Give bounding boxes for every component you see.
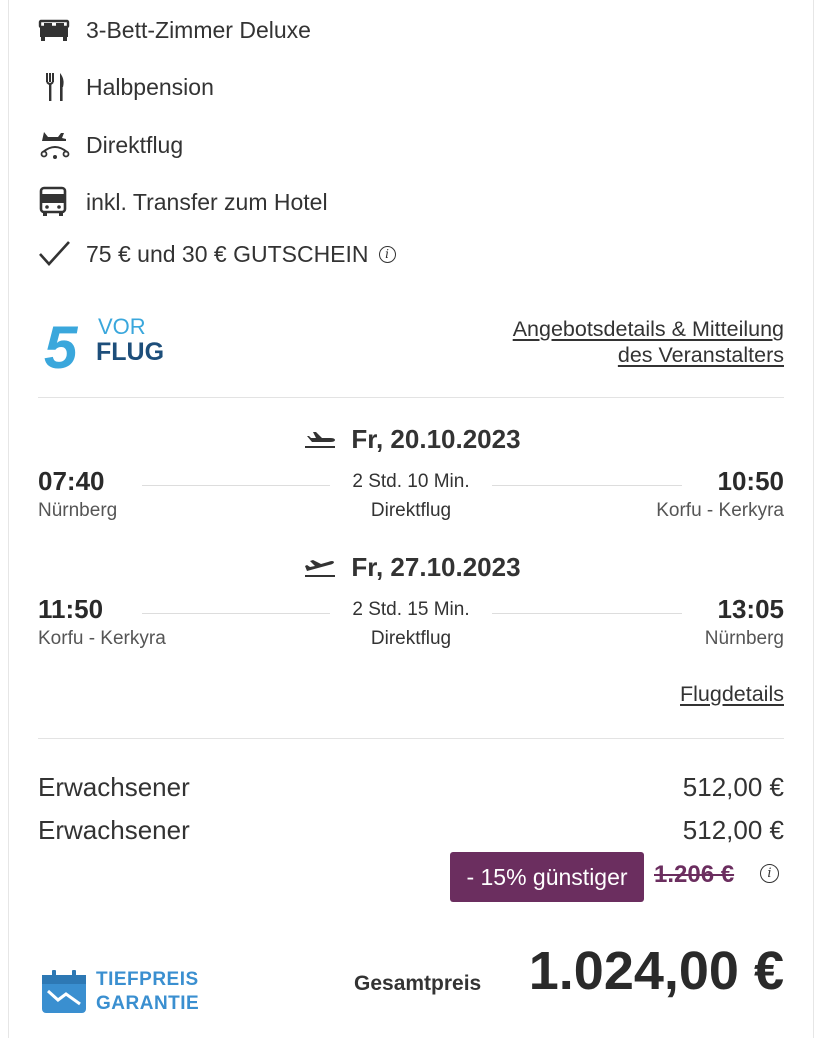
feature-transfer-label: inkl. Transfer zum Hotel bbox=[86, 188, 328, 215]
timeline-line bbox=[492, 485, 682, 486]
old-price: 1.206 € bbox=[654, 861, 735, 888]
return-plane-icon bbox=[305, 559, 336, 577]
divider bbox=[38, 397, 784, 398]
cutlery-icon bbox=[38, 70, 74, 104]
total-price: 1.024,00 € bbox=[528, 941, 784, 1001]
feature-room: 3-Bett-Zimmer Deluxe bbox=[38, 13, 311, 47]
traveler-label: Erwachsener bbox=[38, 815, 190, 845]
return-arrival-place: Nürnberg bbox=[704, 628, 784, 649]
total-label: Gesamtpreis bbox=[354, 972, 482, 995]
discount-badge: - 15% günstiger bbox=[450, 852, 644, 902]
offer-details-link-line1: Angebotsdetails & Mitteilung bbox=[512, 317, 784, 341]
departure-plane-icon bbox=[305, 431, 336, 448]
return-leg: 11:50 Korfu - Kerkyra 2 Std. 15 Min. Dir… bbox=[38, 594, 784, 654]
info-icon[interactable]: i bbox=[760, 864, 779, 883]
timeline-line bbox=[492, 613, 682, 614]
low-price-guarantee[interactable]: TIEFPREIS GARANTIE bbox=[40, 966, 220, 1018]
logo-number: 5 bbox=[44, 314, 79, 372]
divider bbox=[38, 738, 784, 739]
logo-line2: FLUG bbox=[96, 338, 164, 366]
feature-voucher: 75 € und 30 € GUTSCHEIN i bbox=[38, 237, 396, 271]
guarantee-line1: TIEFPREIS bbox=[96, 969, 199, 990]
traveler-label: Erwachsener bbox=[38, 772, 190, 802]
feature-flight: Direktflug bbox=[38, 128, 183, 162]
return-duration: 2 Std. 15 Min. bbox=[352, 599, 470, 620]
outbound-duration: 2 Std. 10 Min. bbox=[352, 471, 470, 492]
tour-operator-logo: 5 VOR FLUG bbox=[44, 310, 184, 381]
calendar-icon bbox=[42, 970, 86, 1013]
flight-details-link[interactable]: Flugdetails bbox=[680, 682, 784, 707]
bed-icon bbox=[38, 13, 74, 47]
outbound-arrival-place: Korfu - Kerkyra bbox=[656, 500, 784, 521]
guarantee-line2: GARANTIE bbox=[96, 993, 200, 1014]
return-date: Fr, 27.10.2023 bbox=[351, 552, 521, 582]
checkmark-icon bbox=[38, 237, 74, 271]
info-icon[interactable]: i bbox=[378, 245, 396, 263]
traveler-price: 512,00 € bbox=[682, 772, 784, 802]
feature-board-label: Halbpension bbox=[86, 73, 214, 100]
return-arrival-time: 13:05 bbox=[717, 594, 785, 624]
bus-icon bbox=[38, 185, 74, 219]
offer-details-link[interactable]: Angebotsdetails & Mitteilung des Veranst… bbox=[513, 316, 784, 368]
outbound-leg: 07:40 Nürnberg 2 Std. 10 Min. Direktflug… bbox=[38, 466, 784, 526]
feature-room-label: 3-Bett-Zimmer Deluxe bbox=[86, 16, 311, 43]
outbound-date: Fr, 20.10.2023 bbox=[351, 424, 521, 454]
return-date-row: Fr, 27.10.2023 bbox=[0, 552, 824, 583]
offer-details-link-line2: des Veranstalters bbox=[617, 343, 784, 367]
return-flight-kind: Direktflug bbox=[370, 628, 452, 649]
outbound-date-row: Fr, 20.10.2023 bbox=[0, 424, 824, 455]
feature-voucher-label: 75 € und 30 € GUTSCHEIN bbox=[86, 240, 369, 267]
plane-car-icon bbox=[38, 128, 74, 162]
outbound-arrival-time: 10:50 bbox=[717, 466, 785, 496]
feature-board: Halbpension bbox=[38, 70, 214, 104]
traveler-price: 512,00 € bbox=[682, 815, 784, 845]
feature-transfer: inkl. Transfer zum Hotel bbox=[38, 185, 328, 219]
feature-flight-label: Direktflug bbox=[86, 131, 184, 158]
logo-line1: VOR bbox=[98, 314, 146, 339]
